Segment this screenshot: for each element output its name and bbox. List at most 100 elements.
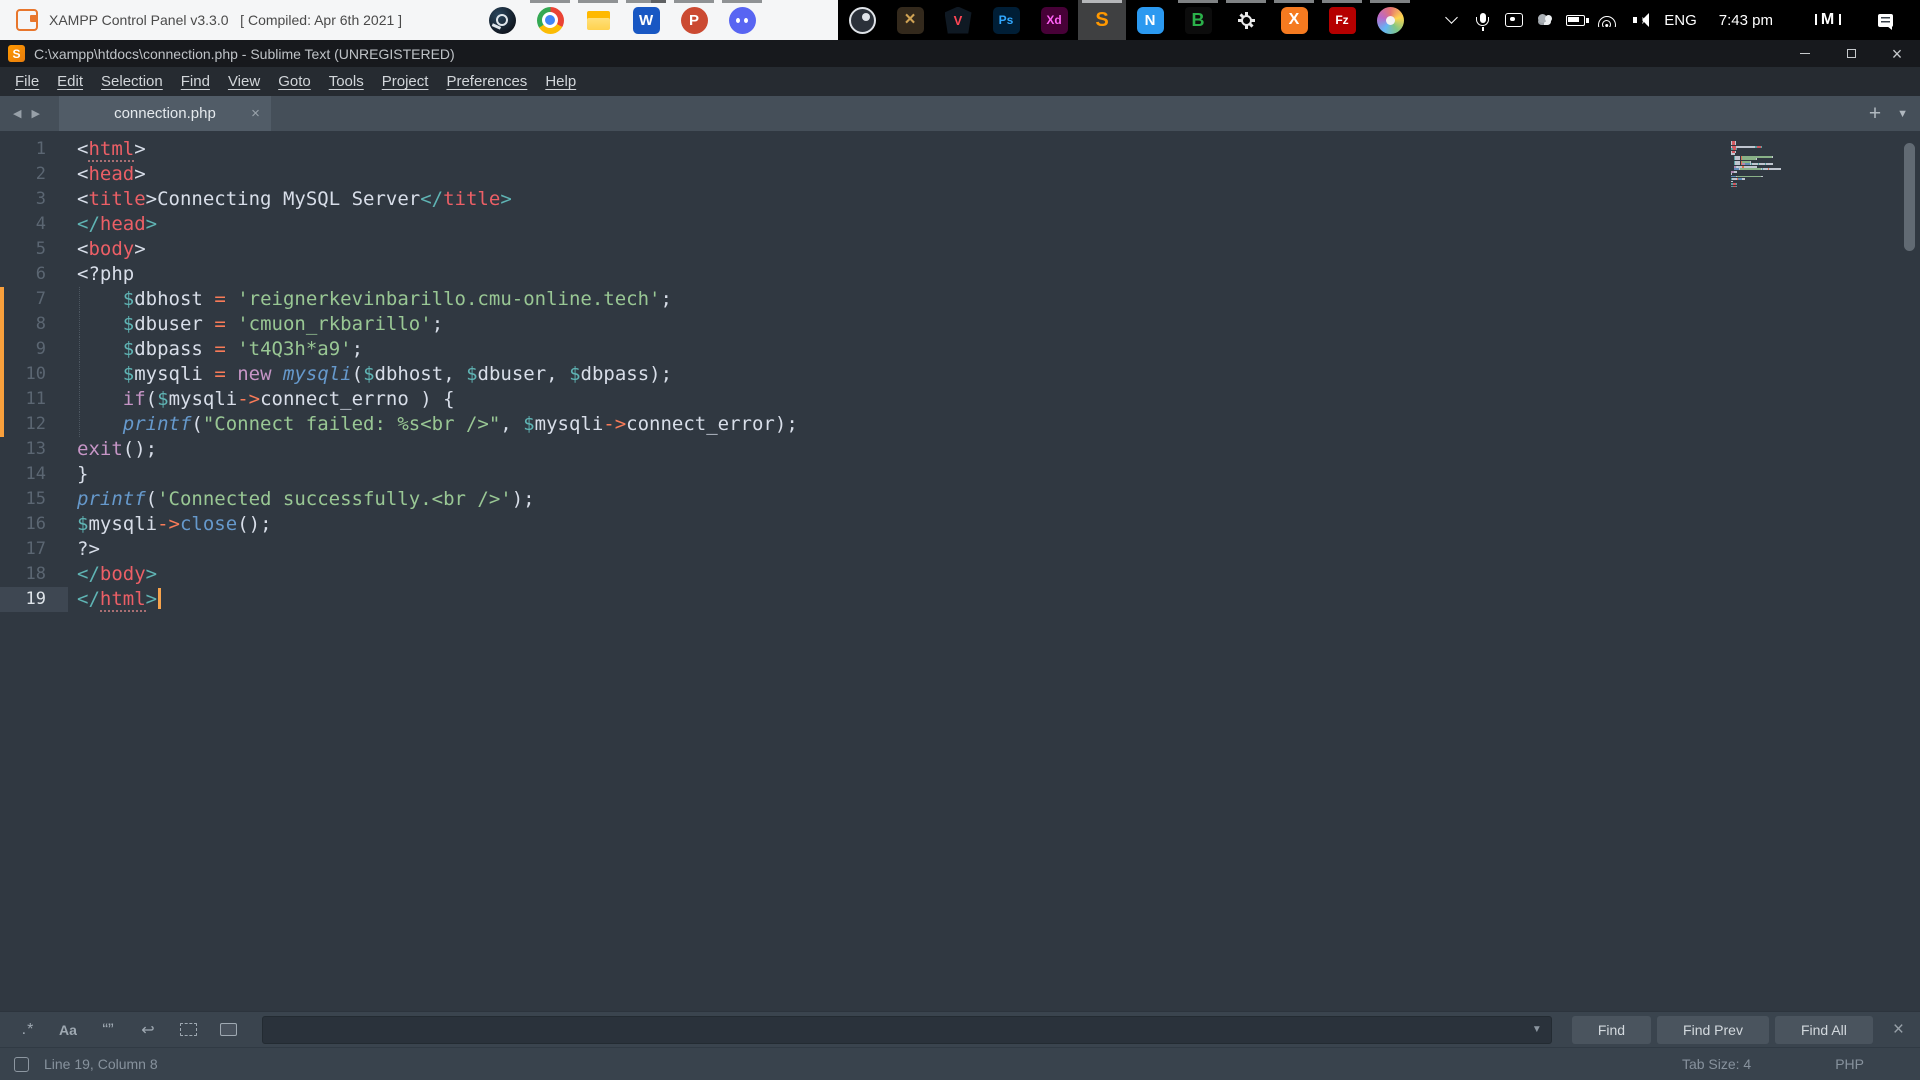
- find-panel: .* Aa “” ↩ ▼ Find Find Prev Find All ×: [0, 1011, 1920, 1047]
- find-all-button[interactable]: Find All: [1774, 1015, 1873, 1044]
- regex-toggle-icon[interactable]: .*: [12, 1016, 44, 1043]
- code-line[interactable]: 10 $mysqli = new mysqli($dbhost, $dbuser…: [0, 362, 1920, 387]
- code-line[interactable]: 6 <?php: [0, 262, 1920, 287]
- volume-icon[interactable]: [1622, 0, 1653, 40]
- powerpoint-taskbar-icon[interactable]: P: [670, 0, 718, 40]
- xampp-taskbar-icon[interactable]: X: [1270, 0, 1318, 40]
- find-history-dropdown-icon[interactable]: ▼: [1523, 1024, 1551, 1035]
- bapp-taskbar-icon[interactable]: B: [1174, 0, 1222, 40]
- menu-bar: File Edit Selection Find View Goto Tools Projec…: [0, 67, 1920, 96]
- xampp-window-taskbar-button[interactable]: XAMPP Control Panel v3.3.0 [ Compiled: A…: [0, 0, 418, 40]
- maximize-button[interactable]: [1828, 40, 1874, 67]
- tab-size-indicator[interactable]: Tab Size: 4: [1682, 1056, 1751, 1072]
- syntax-indicator[interactable]: PHP: [1835, 1056, 1864, 1072]
- find-input[interactable]: [263, 1021, 1523, 1038]
- battery-charging-icon[interactable]: [1560, 0, 1591, 40]
- code-line[interactable]: 14}: [0, 462, 1920, 487]
- tab-nav-back-icon[interactable]: ◀: [8, 104, 26, 123]
- valorant-taskbar-icon[interactable]: V: [934, 0, 982, 40]
- photoshop-taskbar-icon[interactable]: Ps: [982, 0, 1030, 40]
- explorer-icon: [585, 7, 612, 34]
- wifi-icon[interactable]: [1591, 0, 1622, 40]
- settings-taskbar-icon[interactable]: [1222, 0, 1270, 40]
- discord-taskbar-icon[interactable]: [718, 0, 766, 40]
- case-sensitive-toggle-icon[interactable]: Aa: [52, 1016, 84, 1043]
- notifications-icon[interactable]: [1856, 0, 1914, 40]
- hidden-icons-chevron-icon[interactable]: [1436, 0, 1467, 40]
- code-line[interactable]: 17 ?>: [0, 537, 1920, 562]
- close-button[interactable]: [1874, 40, 1920, 67]
- code-line[interactable]: 2 <head>: [0, 162, 1920, 187]
- paint-taskbar-icon[interactable]: [1366, 0, 1414, 40]
- menu-goto[interactable]: Goto: [269, 73, 320, 90]
- find-button-group: Find Find Prev Find All: [1566, 1015, 1873, 1044]
- filezilla-taskbar-icon[interactable]: Fz: [1318, 0, 1366, 40]
- code-line[interactable]: 15 printf('Connected successfully.<br />'…: [0, 487, 1920, 512]
- vertical-scrollbar[interactable]: [1904, 143, 1915, 251]
- microphone-icon[interactable]: [1467, 0, 1498, 40]
- find-toggle-group: .* Aa “” ↩: [12, 1016, 252, 1043]
- code-line[interactable]: 11 if($mysqli->connect_errno ) {: [0, 387, 1920, 412]
- indent-guide: [79, 287, 80, 312]
- menu-help[interactable]: Help: [536, 73, 585, 90]
- medal-m-icon[interactable]: M: [1800, 0, 1856, 40]
- menu-preferences[interactable]: Preferences: [437, 73, 536, 90]
- code-line[interactable]: 16 $mysqli->close();: [0, 512, 1920, 537]
- code-line[interactable]: 18 </body>: [0, 562, 1920, 587]
- find-button[interactable]: Find: [1571, 1015, 1652, 1044]
- camera-icon[interactable]: [1498, 0, 1529, 40]
- line-number: 15: [25, 489, 46, 509]
- minimize-button[interactable]: [1782, 40, 1828, 67]
- language-indicator[interactable]: ENG: [1653, 12, 1708, 29]
- code-line[interactable]: 5 <body>: [0, 237, 1920, 262]
- steam-taskbar-icon[interactable]: [478, 0, 526, 40]
- pinned-apps-dark: × V Ps Xd S N B X Fz: [838, 0, 1414, 40]
- menu-project[interactable]: Project: [373, 73, 438, 90]
- notes-taskbar-icon[interactable]: N: [1126, 0, 1174, 40]
- tab-label: connection.php: [114, 105, 216, 122]
- wrap-toggle-icon[interactable]: ↩: [132, 1016, 164, 1043]
- panel-toggle-icon[interactable]: [14, 1056, 29, 1072]
- code-line[interactable]: 8 $dbuser = 'cmuon_rkbarillo';: [0, 312, 1920, 337]
- obs-taskbar-icon[interactable]: [838, 0, 886, 40]
- pinned-apps-light: WP: [478, 0, 766, 40]
- code-line[interactable]: 7 $dbhost = 'reignerkevinbarillo.cmu-onl…: [0, 287, 1920, 312]
- chrome-taskbar-icon[interactable]: [526, 0, 574, 40]
- xd-taskbar-icon[interactable]: Xd: [1030, 0, 1078, 40]
- find-prev-button[interactable]: Find Prev: [1657, 1015, 1769, 1044]
- new-tab-icon[interactable]: +: [1869, 103, 1881, 124]
- tab-connection-php[interactable]: connection.php ×: [58, 96, 271, 131]
- code-line[interactable]: 12 printf("Connect failed: %s<br />", $m…: [0, 412, 1920, 437]
- line-number: 13: [25, 439, 46, 459]
- code-line[interactable]: 9 $dbpass = 't4Q3h*a9';: [0, 337, 1920, 362]
- code-line[interactable]: 3 <title>Connecting MySQL Server</title>: [0, 187, 1920, 212]
- find-panel-close-icon[interactable]: ×: [1889, 1020, 1908, 1039]
- modified-line-marker: [0, 387, 4, 412]
- tab-close-icon[interactable]: ×: [251, 106, 260, 121]
- xampp-window-title: XAMPP Control Panel v3.3.0 [ Compiled: A…: [49, 12, 403, 28]
- menu-view[interactable]: View: [219, 73, 269, 90]
- code-line[interactable]: 13 exit();: [0, 437, 1920, 462]
- menu-file[interactable]: File: [6, 73, 48, 90]
- explorer-taskbar-icon[interactable]: [574, 0, 622, 40]
- tab-nav-forward-icon[interactable]: ▶: [26, 104, 44, 123]
- menu-tools[interactable]: Tools: [320, 73, 373, 90]
- tab-overflow-icon[interactable]: ▼: [1897, 108, 1908, 120]
- in-selection-toggle-icon[interactable]: [172, 1016, 204, 1043]
- highlight-matches-toggle-icon[interactable]: [212, 1016, 244, 1043]
- word-taskbar-icon[interactable]: W: [622, 0, 670, 40]
- code-line[interactable]: 19 </html>: [0, 587, 1920, 612]
- menu-find[interactable]: Find: [172, 73, 219, 90]
- onedrive-cloud-icon[interactable]: [1529, 0, 1560, 40]
- code-line[interactable]: 4 </head>: [0, 212, 1920, 237]
- game-taskbar-icon[interactable]: ×: [886, 0, 934, 40]
- menu-edit[interactable]: Edit: [48, 73, 92, 90]
- code-line[interactable]: 1 <html>: [0, 137, 1920, 162]
- valorant-icon: V: [944, 6, 972, 34]
- code-editor[interactable]: 1 <html> 2 <head> 3 <title>Connecting MySQL S…: [0, 131, 1920, 1011]
- whole-word-toggle-icon[interactable]: “”: [92, 1016, 124, 1043]
- sublime-taskbar-icon[interactable]: S: [1078, 0, 1126, 40]
- menu-selection[interactable]: Selection: [92, 73, 172, 90]
- clock[interactable]: 7:43 pm: [1708, 12, 1784, 29]
- minimap[interactable]: [1731, 141, 1795, 188]
